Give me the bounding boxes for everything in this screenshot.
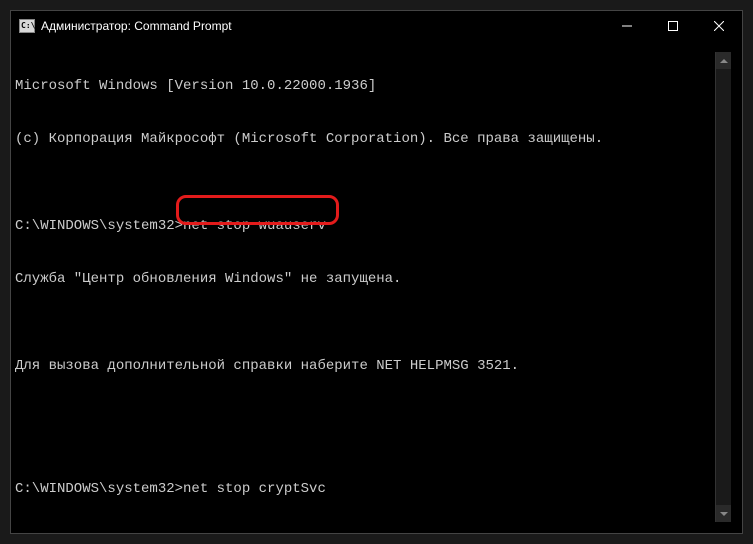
titlebar-left: C:\ Администратор: Command Prompt <box>19 19 232 33</box>
chevron-down-icon <box>720 512 728 516</box>
terminal-output[interactable]: Microsoft Windows [Version 10.0.22000.19… <box>11 41 742 533</box>
scroll-down-button[interactable] <box>716 505 731 522</box>
terminal-line: (c) Корпорация Майкрософт (Microsoft Cor… <box>15 131 738 149</box>
close-button[interactable] <box>696 11 742 41</box>
maximize-icon <box>668 21 678 31</box>
terminal-line: Microsoft Windows [Version 10.0.22000.19… <box>15 78 738 96</box>
minimize-button[interactable] <box>604 11 650 41</box>
terminal-line: Для вызова дополнительной справки набери… <box>15 358 738 376</box>
titlebar-controls <box>604 11 742 41</box>
terminal-line: C:\WINDOWS\system32>net stop cryptSvc <box>15 481 738 499</box>
scrollbar-track[interactable] <box>716 69 731 505</box>
chevron-up-icon <box>720 59 728 63</box>
vertical-scrollbar[interactable] <box>715 52 731 522</box>
minimize-icon <box>622 21 632 31</box>
command-prompt-window: C:\ Администратор: Command Prompt Micros… <box>10 10 743 534</box>
terminal-line: Служба "Центр обновления Windows" не зап… <box>15 271 738 289</box>
maximize-button[interactable] <box>650 11 696 41</box>
titlebar[interactable]: C:\ Администратор: Command Prompt <box>11 11 742 41</box>
cmd-icon: C:\ <box>19 19 35 33</box>
terminal-line: C:\WINDOWS\system32>net stop wuauserv <box>15 218 738 236</box>
window-title: Администратор: Command Prompt <box>41 19 232 33</box>
scroll-up-button[interactable] <box>716 52 731 69</box>
close-icon <box>714 21 724 31</box>
